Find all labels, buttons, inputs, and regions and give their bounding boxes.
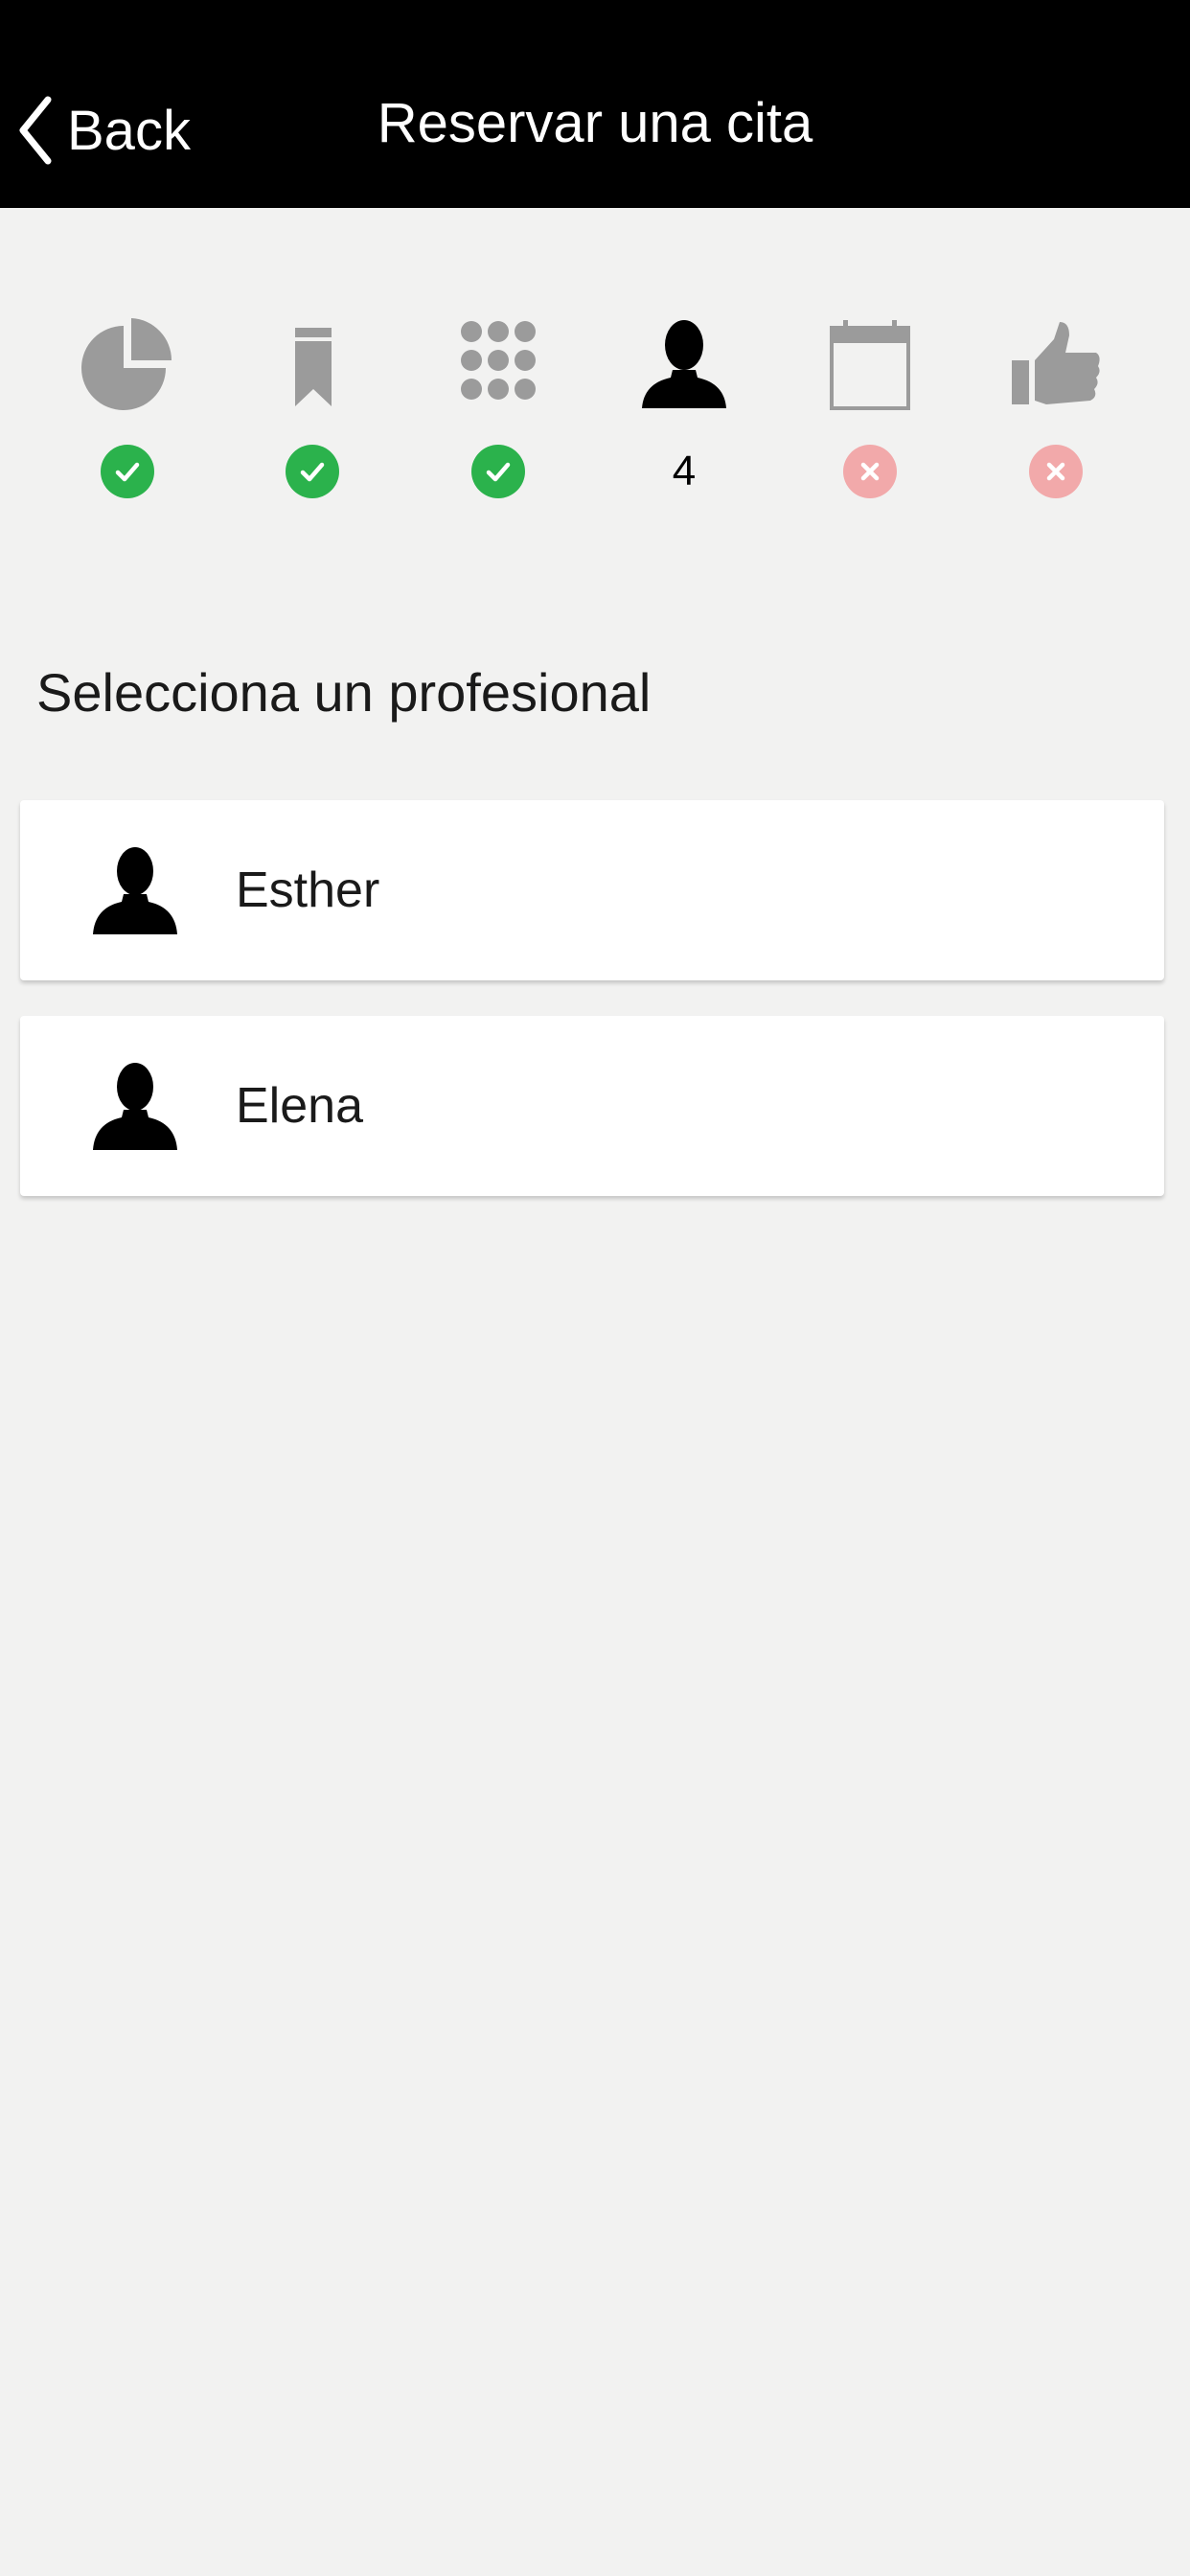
pie-chart-icon bbox=[80, 316, 175, 412]
person-icon bbox=[87, 844, 183, 936]
step-done-badge bbox=[101, 445, 154, 498]
professional-item-elena[interactable]: Elena bbox=[20, 1016, 1164, 1196]
step-done-badge bbox=[286, 445, 339, 498]
thumbs-up-icon bbox=[1008, 316, 1104, 412]
grid-icon bbox=[450, 316, 546, 412]
step-2[interactable] bbox=[255, 316, 370, 498]
section-title: Selecciona un profesional bbox=[36, 662, 652, 723]
page-title: Reservar una cita bbox=[377, 92, 813, 154]
step-3[interactable] bbox=[441, 316, 556, 498]
bookmark-icon bbox=[264, 316, 360, 412]
step-6[interactable] bbox=[998, 316, 1113, 498]
nav-bar: Back Reservar una cita bbox=[0, 0, 1190, 208]
person-icon bbox=[636, 316, 732, 412]
check-icon bbox=[300, 462, 325, 482]
current-step-number: 4 bbox=[672, 448, 697, 494]
step-5[interactable] bbox=[812, 316, 927, 498]
close-icon bbox=[860, 462, 880, 481]
check-icon bbox=[115, 462, 140, 482]
step-pending-badge bbox=[1029, 445, 1083, 498]
booking-steps: 4 bbox=[0, 316, 1190, 546]
step-1[interactable] bbox=[70, 316, 185, 498]
step-pending-badge bbox=[843, 445, 897, 498]
close-icon bbox=[1046, 462, 1065, 481]
professional-item-esther[interactable]: Esther bbox=[20, 800, 1164, 980]
calendar-icon bbox=[822, 316, 918, 412]
step-done-badge bbox=[471, 445, 525, 498]
check-icon bbox=[486, 462, 511, 482]
person-icon bbox=[87, 1060, 183, 1152]
professional-name: Elena bbox=[236, 1078, 363, 1134]
step-4[interactable]: 4 bbox=[627, 316, 742, 498]
professional-name: Esther bbox=[236, 862, 380, 918]
